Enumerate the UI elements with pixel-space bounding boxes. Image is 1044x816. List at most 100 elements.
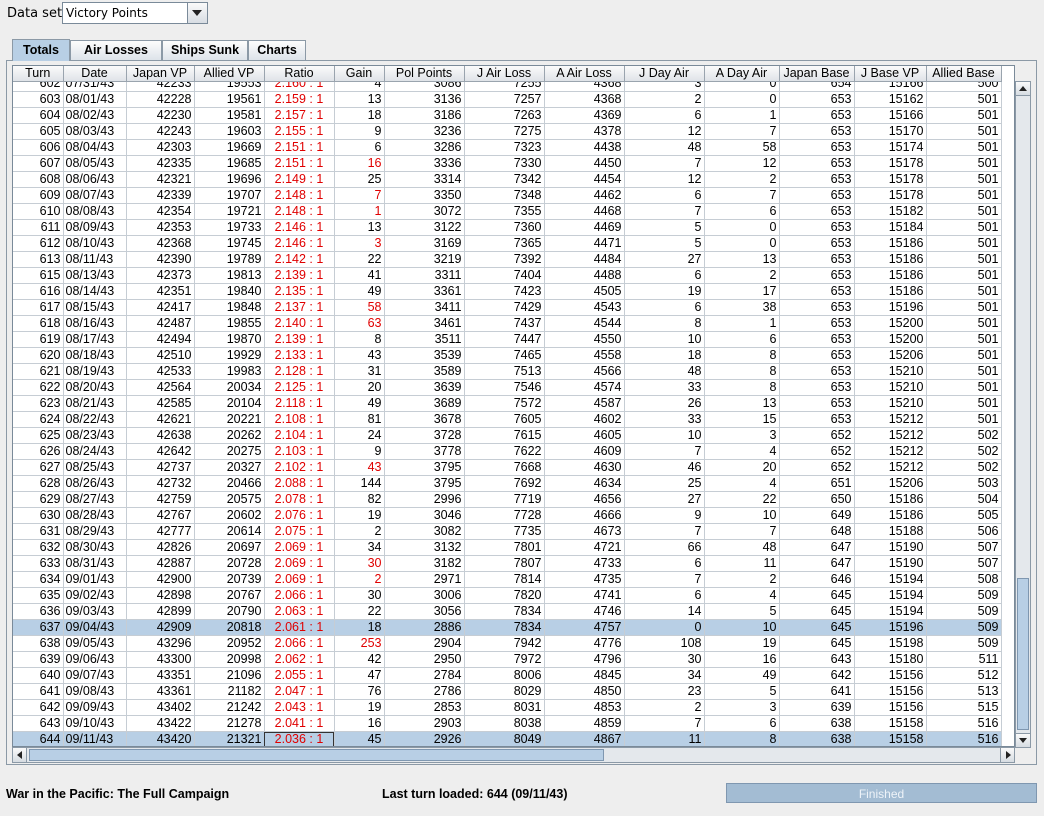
column-header-gain[interactable]: Gain — [334, 66, 385, 82]
column-header-j-air-loss[interactable]: J Air Loss — [464, 66, 545, 82]
table-row[interactable]: 635 09/02/43 42898 20767 2.066 : 1 30 3006 7820… — [13, 587, 1002, 604]
cell-allied-base: 501 — [926, 107, 1002, 124]
table-row[interactable]: 624 08/22/43 42621 20221 2.108 : 1 81 3678 7605… — [13, 411, 1002, 428]
column-header-turn[interactable]: Turn — [13, 66, 64, 82]
column-header-date[interactable]: Date — [63, 66, 127, 82]
cell-a-day-air: 1 — [704, 315, 780, 332]
tab-charts[interactable]: Charts — [248, 40, 306, 60]
cell-pol-points: 3286 — [384, 139, 465, 156]
table-row[interactable]: 632 08/30/43 42826 20697 2.069 : 1 34 3132 7801… — [13, 539, 1002, 556]
table-row[interactable]: 612 08/10/43 42368 19745 2.146 : 1 3 3169 7365 4… — [13, 235, 1002, 252]
column-header-j-base-vp[interactable]: J Base VP — [854, 66, 927, 82]
cell-a-air-loss: 4484 — [544, 251, 625, 268]
cell-a-day-air: 7 — [704, 523, 780, 540]
table-row[interactable]: 639 09/06/43 43300 20998 2.062 : 1 42 2950 7972… — [13, 651, 1002, 668]
column-header-a-air-loss[interactable]: A Air Loss — [544, 66, 625, 82]
cell-japan-vp: 43296 — [126, 635, 195, 652]
cell-japan-base: 647 — [779, 539, 855, 556]
cell-date: 08/28/43 — [63, 507, 127, 524]
horizontal-scroll-thumb[interactable] — [29, 749, 604, 761]
cell-gain: 2 — [334, 523, 385, 540]
table-row[interactable]: 643 09/10/43 43422 21278 2.041 : 1 16 2903 8038… — [13, 715, 1002, 732]
column-header-allied-vp[interactable]: Allied VP — [194, 66, 265, 82]
table-row[interactable]: 625 08/23/43 42638 20262 2.104 : 1 24 3728 7615… — [13, 427, 1002, 444]
table-row[interactable]: 602 07/31/43 42233 19553 2.160 : 1 4 3086 7255 4… — [13, 82, 1002, 92]
table-row[interactable]: 628 08/26/43 42732 20466 2.088 : 1 144 3795 769… — [13, 475, 1002, 492]
cell-turn: 642 — [13, 699, 64, 716]
table-row[interactable]: 607 08/05/43 42335 19685 2.151 : 1 16 3336 7330… — [13, 155, 1002, 172]
table-row[interactable]: 627 08/25/43 42737 20327 2.102 : 1 43 3795 7668… — [13, 459, 1002, 476]
cell-a-air-loss: 4853 — [544, 699, 625, 716]
cell-j-air-loss: 7735 — [464, 523, 545, 540]
cell-date: 08/03/43 — [63, 123, 127, 140]
table-row[interactable]: 603 08/01/43 42228 19561 2.159 : 1 13 3136 7257… — [13, 91, 1002, 108]
table-row[interactable]: 641 09/08/43 43361 21182 2.047 : 1 76 2786 8029… — [13, 683, 1002, 700]
table-row[interactable]: 621 08/19/43 42533 19983 2.128 : 1 31 3589 7513… — [13, 363, 1002, 380]
table-row[interactable]: 622 08/20/43 42564 20034 2.125 : 1 20 3639 7546… — [13, 379, 1002, 396]
cell-japan-vp: 42417 — [126, 299, 195, 316]
cell-allied-base: 501 — [926, 299, 1002, 316]
table-row[interactable]: 620 08/18/43 42510 19929 2.133 : 1 43 3539 7465… — [13, 347, 1002, 364]
table-row[interactable]: 623 08/21/43 42585 20104 2.118 : 1 49 3689 7572… — [13, 395, 1002, 412]
scroll-up-button[interactable] — [1016, 82, 1030, 96]
table-row[interactable]: 630 08/28/43 42767 20602 2.076 : 1 19 3046 7728… — [13, 507, 1002, 524]
table-row[interactable]: 633 08/31/43 42887 20728 2.069 : 1 30 3182 7807… — [13, 555, 1002, 572]
vertical-scroll-thumb[interactable] — [1017, 578, 1029, 730]
tab-ships-sunk[interactable]: Ships Sunk — [162, 40, 248, 60]
cell-date: 08/09/43 — [63, 219, 127, 236]
table-row[interactable]: 609 08/07/43 42339 19707 2.148 : 1 7 3350 7348 4… — [13, 187, 1002, 204]
table-row[interactable]: 618 08/16/43 42487 19855 2.140 : 1 63 3461 7437… — [13, 315, 1002, 332]
table-row[interactable]: 604 08/02/43 42230 19581 2.157 : 1 18 3186 7263… — [13, 107, 1002, 124]
table-row[interactable]: 610 08/08/43 42354 19721 2.148 : 1 1 3072 7355 4… — [13, 203, 1002, 220]
scroll-left-button[interactable] — [13, 748, 27, 762]
table-row[interactable]: 606 08/04/43 42303 19669 2.151 : 1 6 3286 7323 4… — [13, 139, 1002, 156]
scroll-down-button[interactable] — [1016, 733, 1030, 747]
cell-j-day-air: 2 — [624, 699, 705, 716]
table-row[interactable]: 634 09/01/43 42900 20739 2.069 : 1 2 2971 7814 4… — [13, 571, 1002, 588]
data-table[interactable]: Turn Date Japan VP Allied VP Ratio Gain Pol Po… — [12, 65, 1015, 747]
horizontal-scrollbar[interactable] — [12, 747, 1015, 763]
table-row[interactable]: 638 09/05/43 43296 20952 2.066 : 1 253 2904 794… — [13, 635, 1002, 652]
column-header-allied-base[interactable]: Allied Base — [926, 66, 1002, 82]
table-row[interactable]: 619 08/17/43 42494 19870 2.139 : 1 8 3511 7447 4… — [13, 331, 1002, 348]
table-row[interactable]: 636 09/03/43 42899 20790 2.063 : 1 22 3056 7834… — [13, 603, 1002, 620]
table-row[interactable]: 615 08/13/43 42373 19813 2.139 : 1 41 3311 7404… — [13, 267, 1002, 284]
table-row[interactable]: 642 09/09/43 43402 21242 2.043 : 1 19 2853 8031… — [13, 699, 1002, 716]
table-row[interactable]: 613 08/11/43 42390 19789 2.142 : 1 22 3219 7392… — [13, 251, 1002, 268]
cell-ratio: 2.139 : 1 — [264, 267, 335, 284]
table-row[interactable]: 611 08/09/43 42353 19733 2.146 : 1 13 3122 7360… — [13, 219, 1002, 236]
column-header-pol-points[interactable]: Pol Points — [384, 66, 465, 82]
cell-pol-points: 3336 — [384, 155, 465, 172]
column-header-a-day-air[interactable]: A Day Air — [704, 66, 780, 82]
cell-gain: 3 — [334, 235, 385, 252]
table-row[interactable]: 644 09/11/43 43420 21321 2.036 : 1 45 2926 8049… — [13, 731, 1002, 746]
table-row[interactable]: 605 08/03/43 42243 19603 2.155 : 1 9 3236 7275 4… — [13, 123, 1002, 140]
cell-a-air-loss: 4859 — [544, 715, 625, 732]
table-row[interactable]: 631 08/29/43 42777 20614 2.075 : 1 2 3082 7735 4… — [13, 523, 1002, 540]
column-header-j-day-air[interactable]: J Day Air — [624, 66, 705, 82]
cell-pol-points: 2853 — [384, 699, 465, 716]
cell-allied-vp: 20697 — [194, 539, 265, 556]
dataset-select[interactable]: Victory Points — [62, 2, 208, 24]
cell-j-day-air: 9 — [624, 507, 705, 524]
cell-japan-vp: 42351 — [126, 283, 195, 300]
table-row[interactable]: 626 08/24/43 42642 20275 2.103 : 1 9 3778 7622 4… — [13, 443, 1002, 460]
cell-allied-base: 501 — [926, 123, 1002, 140]
column-header-japan-vp[interactable]: Japan VP — [126, 66, 195, 82]
column-header-ratio[interactable]: Ratio — [264, 66, 335, 82]
scroll-right-button[interactable] — [1000, 748, 1014, 762]
vertical-scrollbar[interactable] — [1015, 81, 1031, 748]
table-row[interactable]: 608 08/06/43 42321 19696 2.149 : 1 25 3314 7342… — [13, 171, 1002, 188]
table-row[interactable]: 629 08/27/43 42759 20575 2.078 : 1 82 2996 7719… — [13, 491, 1002, 508]
tab-air-losses[interactable]: Air Losses — [70, 40, 162, 60]
cell-date: 08/25/43 — [63, 459, 127, 476]
dropdown-arrow-button[interactable] — [187, 3, 207, 23]
table-row[interactable]: 617 08/15/43 42417 19848 2.137 : 1 58 3411 7429… — [13, 299, 1002, 316]
table-row[interactable]: 637 09/04/43 42909 20818 2.061 : 1 18 2886 7834… — [13, 619, 1002, 636]
table-row[interactable]: 640 09/07/43 43351 21096 2.055 : 1 47 2784 8006… — [13, 667, 1002, 684]
cell-allied-vp: 20466 — [194, 475, 265, 492]
tab-totals[interactable]: Totals — [12, 39, 70, 61]
column-header-japan-base[interactable]: Japan Base — [779, 66, 855, 82]
cell-pol-points: 3169 — [384, 235, 465, 252]
table-row[interactable]: 616 08/14/43 42351 19840 2.135 : 1 49 3361 7423… — [13, 283, 1002, 300]
